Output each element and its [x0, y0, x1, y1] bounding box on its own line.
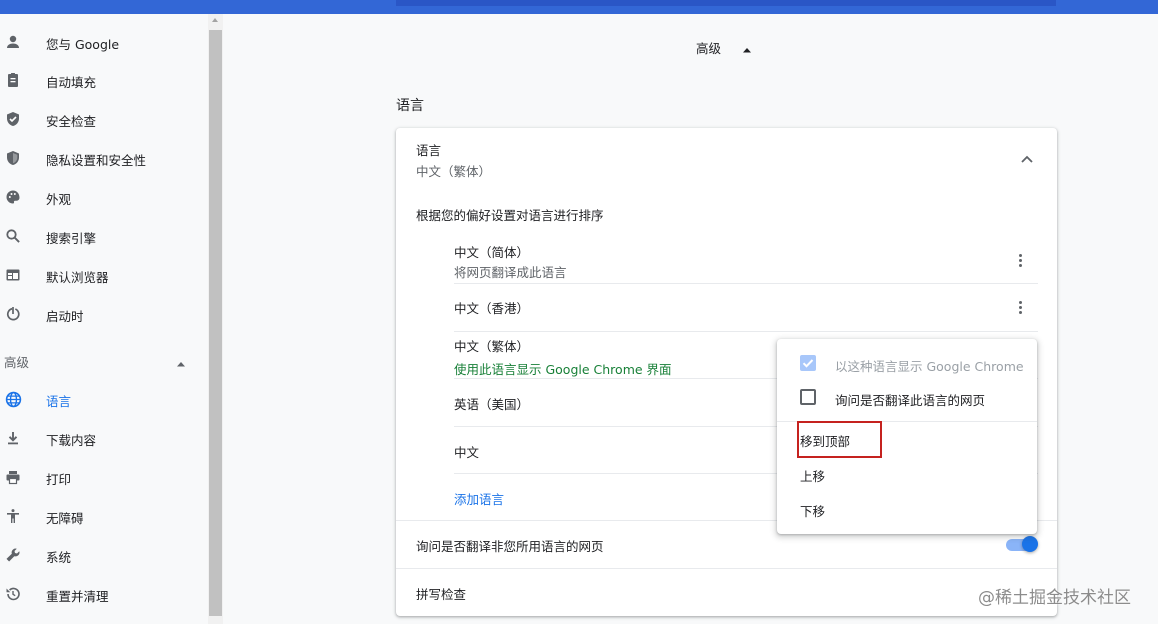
- menu-item-label: 上移: [800, 469, 826, 484]
- menu-item-move-up[interactable]: 上移: [777, 457, 1037, 491]
- sidebar: 您与 Google 自动填充 安全检查 隐私设置和安全性 外观 搜索引擎 默认浏…: [0, 14, 208, 624]
- sidebar-item-label: 您与 Google: [46, 37, 120, 52]
- sidebar-item-default-browser[interactable]: 默认浏览器: [0, 257, 208, 293]
- sidebar-item-label: 自动填充: [46, 75, 97, 90]
- order-label: 根据您的偏好设置对语言进行排序: [416, 208, 604, 223]
- triangle-up-icon: [176, 356, 186, 371]
- sidebar-item-appearance[interactable]: 外观: [0, 179, 208, 215]
- offer-translate-toggle[interactable]: [1004, 535, 1038, 553]
- sidebar-item-autofill[interactable]: 自动填充: [0, 62, 208, 98]
- palette-icon: [4, 188, 22, 206]
- shield-check-icon: [4, 110, 22, 128]
- languages-title: 语言: [416, 143, 442, 158]
- language-options-menu: 以这种语言显示 Google Chrome 询问是否翻译此语言的网页 移到顶部 …: [777, 339, 1037, 534]
- person-icon: [4, 33, 22, 51]
- add-language-link[interactable]: 添加语言: [454, 489, 504, 508]
- current-language: 中文（繁体）: [416, 164, 492, 179]
- more-vert-icon[interactable]: [1012, 297, 1028, 317]
- chevron-up-icon[interactable]: [1020, 153, 1034, 168]
- power-icon: [4, 305, 22, 323]
- language-note: 将网页翻译成此语言: [454, 265, 567, 280]
- spellcheck-label: 拼写检查: [416, 587, 467, 602]
- sidebar-section-label: 高级: [4, 355, 30, 370]
- language-name: 英语（美国）: [454, 397, 530, 412]
- toggle-knob: [1022, 536, 1038, 552]
- sidebar-item-label: 语言: [46, 394, 72, 409]
- triangle-up-icon[interactable]: [742, 42, 752, 57]
- scroll-up-arrow-icon[interactable]: [212, 18, 218, 22]
- highlight-annotation-box: [797, 421, 882, 458]
- language-note: 使用此语言显示 Google Chrome 界面: [454, 362, 672, 377]
- sidebar-scrollbar[interactable]: [208, 14, 223, 624]
- language-name: 中文（繁体）: [454, 339, 530, 354]
- accessibility-icon: [4, 507, 22, 525]
- sidebar-item-label: 无障碍: [46, 511, 84, 526]
- browser-icon: [4, 266, 22, 284]
- sidebar-item-label: 重置并清理: [46, 589, 109, 604]
- watermark-text: @稀土掘金技术社区: [978, 588, 1131, 608]
- spellcheck-row[interactable]: 拼写检查: [396, 569, 1057, 615]
- sidebar-item-search-engine[interactable]: 搜索引擎: [0, 218, 208, 254]
- sidebar-item-downloads[interactable]: 下载内容: [0, 420, 208, 456]
- sidebar-item-on-startup[interactable]: 启动时: [0, 296, 208, 332]
- sidebar-item-system[interactable]: 系统: [0, 537, 208, 573]
- sidebar-item-safety-check[interactable]: 安全检查: [0, 101, 208, 137]
- globe-icon: [4, 390, 22, 408]
- menu-item-ask-translate[interactable]: 询问是否翻译此语言的网页: [777, 382, 1037, 412]
- sidebar-item-label: 隐私设置和安全性: [46, 153, 147, 168]
- printer-icon: [4, 468, 22, 486]
- sidebar-item-accessibility[interactable]: 无障碍: [0, 498, 208, 534]
- language-name: 中文: [454, 445, 480, 460]
- menu-item-display-chrome: 以这种语言显示 Google Chrome: [777, 347, 1037, 377]
- shield-icon: [4, 149, 22, 167]
- menu-item-move-down[interactable]: 下移: [777, 492, 1037, 526]
- menu-item-label: 以这种语言显示 Google Chrome: [835, 359, 1024, 374]
- sidebar-item-languages[interactable]: 语言: [0, 381, 208, 417]
- menu-item-label: 询问是否翻译此语言的网页: [835, 393, 986, 408]
- clipboard-icon: [4, 71, 22, 89]
- sidebar-advanced-toggle[interactable]: 高级: [0, 342, 200, 378]
- sidebar-item-label: 系统: [46, 550, 72, 565]
- sidebar-item-label: 启动时: [46, 309, 84, 324]
- menu-item-label: 下移: [800, 504, 826, 519]
- top-toolbar: [0, 0, 1158, 14]
- language-row: 中文（简体） 将网页翻译成此语言: [454, 232, 1038, 280]
- language-name: 中文（简体）: [454, 245, 530, 260]
- sidebar-item-label: 安全检查: [46, 114, 97, 129]
- search-field[interactable]: [396, 0, 1056, 6]
- section-title: 语言: [396, 98, 424, 114]
- restore-icon: [4, 585, 22, 603]
- sidebar-item-privacy[interactable]: 隐私设置和安全性: [0, 140, 208, 176]
- sidebar-item-label: 外观: [46, 192, 72, 207]
- sidebar-item-printing[interactable]: 打印: [0, 459, 208, 495]
- sidebar-item-reset[interactable]: 重置并清理: [0, 576, 208, 612]
- advanced-header[interactable]: 高级: [696, 38, 721, 57]
- download-icon: [4, 429, 22, 447]
- language-name: 中文（香港）: [454, 301, 530, 316]
- more-vert-icon[interactable]: [1012, 250, 1028, 270]
- sidebar-item-label: 打印: [46, 472, 72, 487]
- sidebar-item-label: 下载内容: [46, 433, 97, 448]
- sidebar-item-label: 搜索引擎: [46, 231, 97, 246]
- checkbox-checked-icon: [800, 355, 816, 371]
- wrench-icon: [4, 546, 22, 564]
- search-icon: [4, 227, 22, 245]
- language-row: 中文（香港）: [454, 284, 1038, 330]
- languages-expander[interactable]: 语言 中文（繁体）: [396, 128, 1057, 188]
- checkbox-unchecked-icon[interactable]: [800, 389, 816, 405]
- sidebar-item-label: 默认浏览器: [46, 270, 109, 285]
- sidebar-item-you-and-google[interactable]: 您与 Google: [0, 24, 208, 60]
- offer-translate-label: 询问是否翻译非您所用语言的网页: [416, 539, 604, 554]
- scrollbar-thumb[interactable]: [209, 30, 222, 616]
